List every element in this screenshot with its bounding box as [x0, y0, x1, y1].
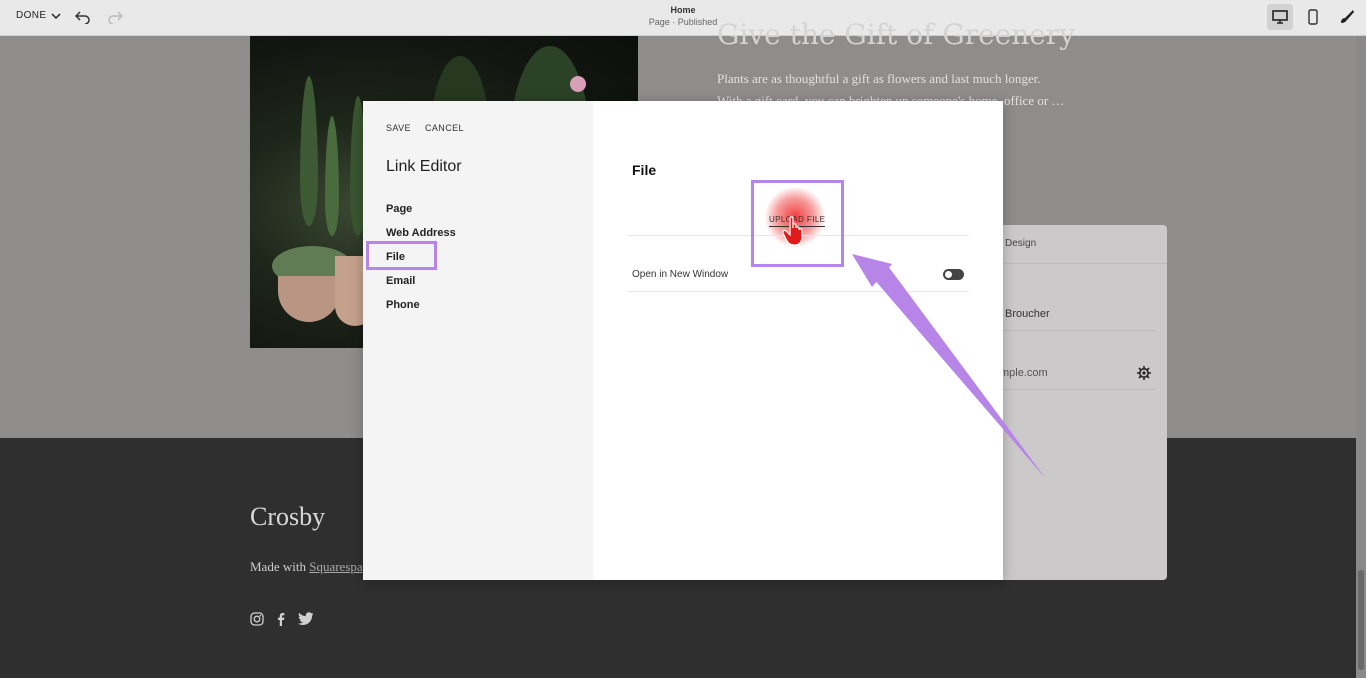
arrow-icon: [852, 254, 1046, 479]
